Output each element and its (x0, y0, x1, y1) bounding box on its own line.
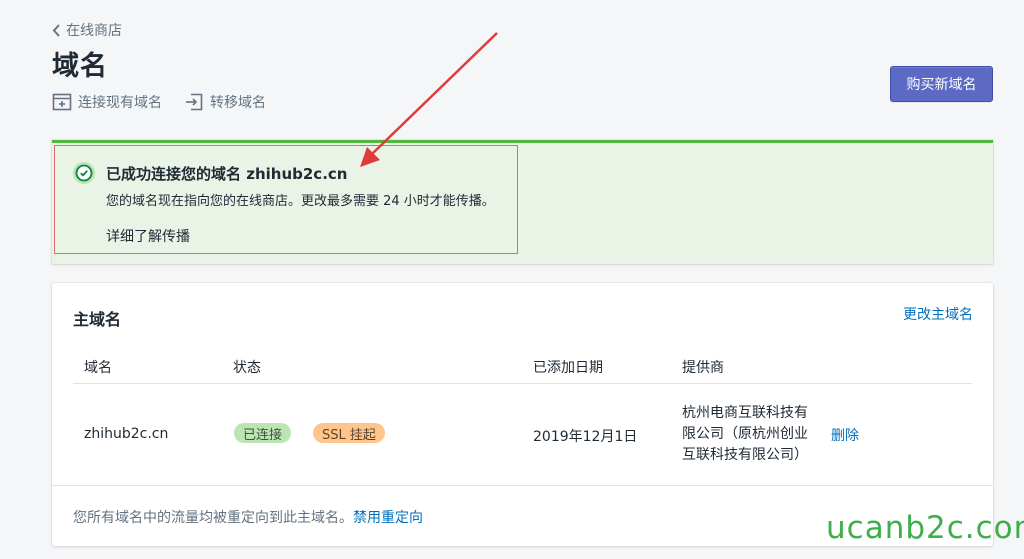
primary-domain-card: 主域名 更改主域名 域名 状态 已添加日期 提供商 zhihub2c.cn 已连… (52, 283, 993, 546)
chevron-left-icon (52, 23, 60, 37)
primary-domain-title: 主域名 (73, 310, 122, 329)
transfer-domain-label: 转移域名 (210, 95, 266, 111)
disable-redirect-link[interactable]: 禁用重定向 (353, 510, 423, 526)
column-header-status: 状态 (233, 360, 261, 376)
buy-new-domain-button[interactable]: 购买新域名 (890, 66, 993, 102)
column-header-domain: 域名 (84, 360, 112, 376)
breadcrumb-label: 在线商店 (66, 23, 122, 39)
provider-line-3: 互联科技有限公司） (682, 447, 808, 463)
page-title: 域名 (52, 51, 108, 82)
banner-title: 已成功连接您的域名 zhihub2c.cn (106, 165, 348, 183)
domain-cell: zhihub2c.cn (84, 426, 169, 442)
connect-domain-label: 连接现有域名 (78, 95, 162, 111)
banner-description: 您的域名现在指向您的在线商店。更改最多需要 24 小时才能传播。 (106, 194, 495, 209)
card-footer-divider (52, 485, 993, 486)
provider-line-2: 限公司（原杭州创业 (682, 426, 808, 442)
redirect-footer: 您所有域名中的流量均被重定向到此主域名。禁用重定向 (73, 507, 423, 527)
success-banner: 已成功连接您的域名 zhihub2c.cn 您的域名现在指向您的在线商店。更改最… (52, 140, 993, 264)
change-primary-domain-link[interactable]: 更改主域名 (903, 304, 973, 324)
column-header-date-added: 已添加日期 (533, 360, 603, 376)
breadcrumb-back-link[interactable]: 在线商店 (52, 20, 122, 40)
transfer-domain-icon (186, 93, 203, 111)
column-header-provider: 提供商 (682, 360, 724, 376)
transfer-domain-action[interactable]: 转移域名 (184, 92, 266, 112)
provider-cell: 杭州电商互联科技有 限公司（原杭州创业 互联科技有限公司） (682, 403, 822, 466)
ssl-pending-status-badge: SSL 挂起 (313, 423, 385, 443)
delete-domain-link[interactable]: 删除 (831, 425, 859, 445)
date-added-cell: 2019年12月1日 (533, 429, 638, 445)
watermark-text: ucanb2c.com (826, 510, 1024, 546)
connect-domain-action[interactable]: 连接现有域名 (52, 92, 162, 112)
provider-line-1: 杭州电商互联科技有 (682, 405, 808, 421)
learn-propagation-link[interactable]: 详细了解传播 (106, 226, 190, 246)
check-circle-icon (73, 162, 95, 184)
connected-status-badge: 已连接 (234, 423, 292, 443)
redirect-footer-text: 您所有域名中的流量均被重定向到此主域名。 (73, 510, 353, 526)
table-header-divider (73, 383, 972, 384)
connect-domain-icon (52, 93, 72, 111)
